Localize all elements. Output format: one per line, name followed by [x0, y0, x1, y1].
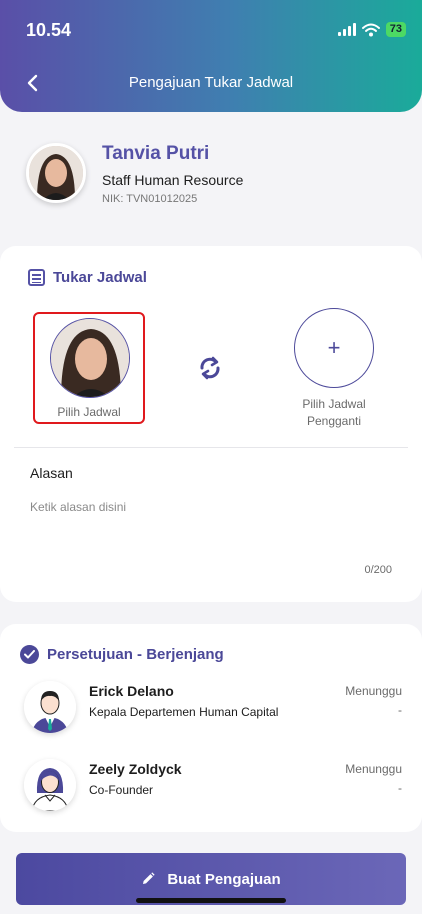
status-icons: 73 — [337, 22, 406, 37]
approver-note: - — [398, 781, 402, 795]
plus-icon: + — [327, 335, 341, 360]
approver-note: - — [398, 703, 402, 717]
approval-card: Persetujuan - Berjenjang Erick Delano Ke… — [0, 624, 422, 832]
approver-name: Erick Delano — [89, 683, 174, 699]
submit-label: Buat Pengajuan — [167, 870, 281, 888]
page-title: Pengajuan Tukar Jadwal — [128, 74, 294, 91]
pencil-icon — [143, 872, 155, 884]
reason-label: Alasan — [30, 465, 73, 481]
replacement-schedule-label: Pilih Jadwal Pengganti — [302, 397, 366, 428]
approver-status: Menunggu — [345, 762, 402, 776]
female-avatar-icon — [24, 759, 76, 811]
wifi-icon — [361, 23, 380, 36]
check-icon — [20, 645, 39, 664]
approver-status: Menunggu — [345, 684, 402, 698]
list-icon — [28, 269, 45, 286]
swap-section-header: Tukar Jadwal — [28, 269, 147, 286]
employee-nik: NIK: TVN01012025 — [102, 193, 198, 205]
section-title: Tukar Jadwal — [53, 269, 147, 286]
employee-name: Tanvia Putri — [102, 143, 210, 164]
status-time: 10.54 — [26, 20, 72, 40]
reason-char-counter: 0/200 — [364, 564, 392, 576]
avatar — [26, 143, 86, 203]
reason-input[interactable] — [30, 500, 390, 560]
approver-name: Zeely Zoldyck — [89, 761, 182, 777]
divider — [14, 447, 408, 448]
approval-section-header: Persetujuan - Berjenjang — [20, 645, 224, 664]
male-avatar-icon — [24, 681, 76, 733]
approver-row: Zeely Zoldyck Co-Founder Menunggu - — [22, 759, 412, 815]
home-indicator — [136, 898, 286, 903]
battery-indicator: 73 — [385, 22, 406, 37]
select-schedule-slot[interactable]: Pilih Jadwal — [33, 312, 145, 424]
app-header: 10.54 73 Pengajuan Tukar Jadwal — [0, 0, 422, 112]
employee-profile: Tanvia Putri Staff Human Resource NIK: T… — [26, 143, 406, 213]
approver-row: Erick Delano Kepala Departemen Human Cap… — [22, 681, 412, 737]
swap-schedule-card: Tukar Jadwal Pilih Jadwal + Pilih Jadwal… — [0, 246, 422, 602]
select-schedule-label: Pilih Jadwal — [57, 405, 121, 419]
section-title: Persetujuan - Berjenjang — [47, 646, 224, 663]
signal-icon — [337, 23, 356, 36]
approver-role: Co-Founder — [89, 783, 154, 797]
swap-icon[interactable] — [196, 354, 224, 382]
employee-role: Staff Human Resource — [102, 172, 244, 188]
add-replacement-schedule-button[interactable]: + — [294, 308, 374, 388]
avatar — [50, 318, 130, 398]
approver-role: Kepala Departemen Human Capital — [89, 705, 279, 719]
